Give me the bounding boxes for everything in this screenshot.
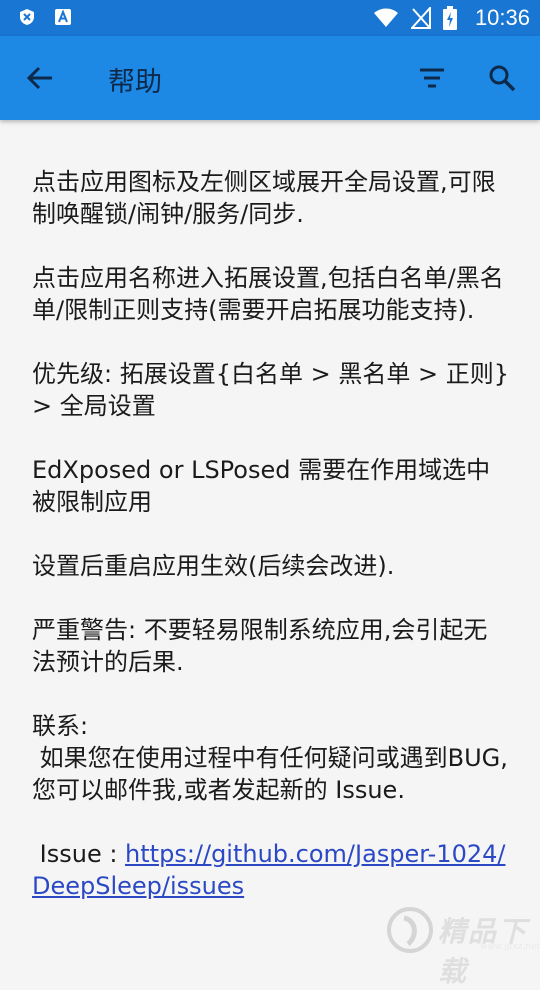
page-title: 帮助 [108,67,162,98]
arrow-left-icon [26,66,52,90]
contact-label: 联系: [32,712,89,740]
shield-x-icon [20,9,34,25]
app-bar: 帮助 [0,36,540,120]
status-time: 10:36 [474,5,530,30]
status-bar: 10:36 [0,0,540,36]
help-paragraph-extended-settings: 点击应用名称进入拓展设置,包括白名单/黑名单/限制正则支持(需要开启拓展功能支持… [32,264,504,324]
battery-charging-icon [442,6,457,30]
help-paragraph-priority: 优先级: 拓展设置{白名单 > 黑名单 > 正则} > 全局设置 [32,360,509,420]
filter-icon [420,68,444,88]
contact-body: 如果您在使用过程中有任何疑问或遇到BUG,您可以邮件我,或者发起新的 Issue… [32,744,508,804]
help-paragraph-restart: 设置后重启应用生效(后续会改进). [32,552,395,580]
watermark-logo: 精品下载 www.jpxz.net [384,904,540,988]
watermark-badge-icon [387,907,433,953]
watermark-subtext: www.jpxz.net [480,942,540,952]
wifi-icon [373,8,398,27]
back-button[interactable] [18,56,62,100]
help-paragraph-warning: 严重警告: 不要轻易限制系统应用,会引起无法预计的后果. [32,616,488,676]
help-paragraph-xposed-scope: EdXposed or LSPosed 需要在作用域选中被限制应用 [32,456,491,516]
search-icon [489,65,516,92]
android-a-icon [55,9,71,25]
filter-button[interactable] [410,56,454,100]
help-paragraph-global-settings: 点击应用图标及左侧区域展开全局设置,可限制唤醒锁/闹钟/服务/同步. [32,168,496,228]
search-button[interactable] [480,56,524,100]
issue-label: Issue : [32,840,126,868]
help-issue-line: Issue : https://github.com/Jasper-1024/D… [32,838,510,902]
help-content: 点击应用图标及左侧区域展开全局设置,可限制唤醒锁/闹钟/服务/同步. 点击应用名… [32,166,510,926]
help-contact: 联系: 如果您在使用过程中有任何疑问或遇到BUG,您可以邮件我,或者发起新的 I… [32,710,510,806]
no-signal-icon [410,7,431,29]
